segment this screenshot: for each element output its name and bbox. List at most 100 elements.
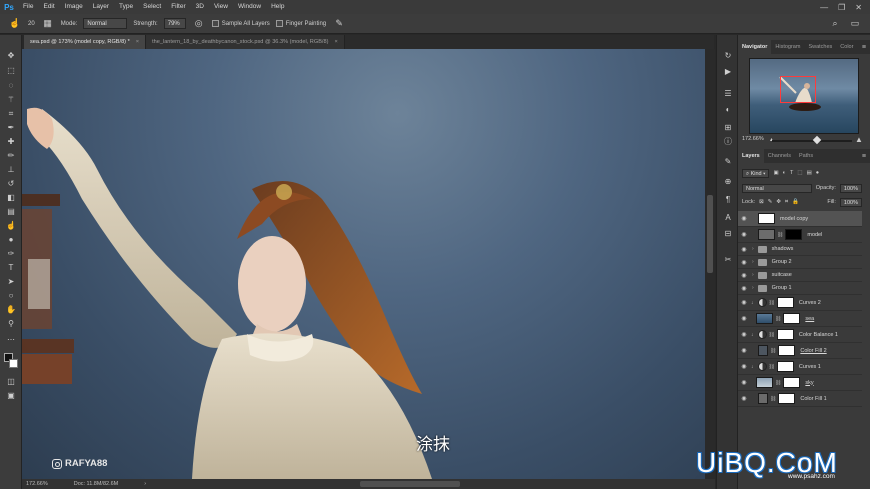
- visibility-eye-icon[interactable]: ◉: [738, 246, 750, 253]
- tab-lantern-psd[interactable]: the_lantern_18_by_deathbycanon_stock.psd…: [146, 35, 345, 49]
- history-brush-icon[interactable]: ↺: [3, 177, 19, 190]
- eraser-tool-icon[interactable]: ◧: [3, 191, 19, 204]
- layer-sea[interactable]: ◉ ⛓ sea: [738, 311, 862, 327]
- filter-smart-icon[interactable]: ▤: [807, 170, 812, 176]
- expand-arrow-icon[interactable]: ›: [752, 246, 754, 252]
- menu-layer[interactable]: Layer: [88, 0, 114, 14]
- marquee-tool-icon[interactable]: ⬚: [3, 64, 19, 77]
- curves-adjustment-icon[interactable]: [757, 362, 767, 371]
- expand-arrow-icon[interactable]: ›: [752, 259, 754, 265]
- navigator-zoom[interactable]: 172.66%: [742, 136, 764, 142]
- quick-mask-icon[interactable]: ◫: [3, 375, 19, 388]
- filter-shape-icon[interactable]: ⬚: [797, 170, 802, 176]
- menu-3d[interactable]: 3D: [191, 0, 209, 14]
- clone-stamp-icon[interactable]: ⊥: [3, 163, 19, 176]
- zoom-level[interactable]: 172.66%: [26, 481, 48, 487]
- group-1[interactable]: ◉ › Group 1: [738, 282, 862, 295]
- background-color-swatch[interactable]: [9, 359, 18, 368]
- visibility-eye-icon[interactable]: ◉: [738, 215, 750, 222]
- status-arrow-icon[interactable]: ›: [144, 481, 146, 487]
- menu-edit[interactable]: Edit: [38, 0, 59, 14]
- group-suitcase[interactable]: ◉ › suitcase: [738, 269, 862, 282]
- opacity-input[interactable]: 100%: [839, 183, 862, 193]
- layer-model[interactable]: ◉ ⛓ model: [738, 227, 862, 243]
- menu-filter[interactable]: Filter: [166, 0, 190, 14]
- fill-swatch[interactable]: [758, 345, 768, 356]
- close-tab-icon[interactable]: ×: [334, 39, 337, 45]
- curves-adjustment-icon[interactable]: [757, 298, 767, 307]
- paragraph-panel-icon[interactable]: ¶: [721, 193, 735, 205]
- gradient-tool-icon[interactable]: ▤: [3, 205, 19, 218]
- eyedropper-tool-icon[interactable]: ✒: [3, 121, 19, 134]
- visibility-eye-icon[interactable]: ◉: [738, 379, 750, 386]
- visibility-eye-icon[interactable]: ◉: [738, 285, 750, 292]
- pressure-icon[interactable]: ◎: [192, 17, 206, 31]
- layer-model-copy[interactable]: ◉ model copy: [738, 211, 862, 227]
- layer-kind-select[interactable]: ⌕ Kind ▾: [742, 168, 770, 178]
- pen-pressure-icon[interactable]: ✎: [332, 17, 346, 31]
- move-tool-icon[interactable]: ✥: [3, 49, 19, 62]
- clone-source-icon[interactable]: ⊕: [721, 175, 735, 187]
- expand-arrow-icon[interactable]: ›: [752, 272, 754, 278]
- close-button[interactable]: ✕: [855, 3, 862, 12]
- path-selection-icon[interactable]: ➤: [3, 275, 19, 288]
- visibility-eye-icon[interactable]: ◉: [738, 347, 750, 354]
- visibility-eye-icon[interactable]: ◉: [738, 272, 750, 279]
- tab-paths[interactable]: Paths: [795, 149, 817, 163]
- shape-tool-icon[interactable]: ○: [3, 289, 19, 302]
- layer-color-fill-2[interactable]: ◉ ⛓ Color Fill 2: [738, 343, 862, 359]
- group-shadows[interactable]: ◉ › shadows: [738, 243, 862, 256]
- lock-all-icon[interactable]: 🔒: [792, 199, 799, 205]
- visibility-eye-icon[interactable]: ◉: [738, 363, 750, 370]
- libraries-panel-icon[interactable]: ⊞: [721, 121, 735, 133]
- visibility-eye-icon[interactable]: ◉: [738, 259, 750, 266]
- lock-position-icon[interactable]: ✥: [776, 199, 781, 205]
- layer-curves-2[interactable]: ◉ ↓ ⛓ Curves 2: [738, 295, 862, 311]
- filter-toggle-icon[interactable]: ●: [816, 170, 819, 176]
- layer-mask-thumbnail[interactable]: [783, 313, 801, 324]
- character-panel-icon[interactable]: A: [721, 211, 735, 223]
- menu-select[interactable]: Select: [138, 0, 166, 14]
- tab-histogram[interactable]: Histogram: [771, 40, 804, 54]
- smudge-tool-icon[interactable]: ☝: [8, 17, 22, 31]
- hand-tool-icon[interactable]: ✋: [3, 303, 19, 316]
- layer-mask-thumbnail[interactable]: [778, 345, 796, 356]
- lasso-tool-icon[interactable]: ◌: [3, 79, 19, 92]
- maximize-button[interactable]: ❐: [838, 3, 845, 12]
- document-canvas[interactable]: 涂抹 RAFYA88: [22, 49, 705, 479]
- actions-panel-icon[interactable]: ▶: [721, 65, 735, 77]
- tab-sea-psd[interactable]: sea.psd @ 173% (model copy, RGB/8) * ×: [24, 35, 147, 49]
- color-balance-icon[interactable]: [757, 330, 767, 339]
- zoom-in-icon[interactable]: ▲: [855, 135, 863, 144]
- more-tools-icon[interactable]: ⋯: [3, 333, 19, 346]
- visibility-eye-icon[interactable]: ◉: [738, 315, 750, 322]
- visibility-eye-icon[interactable]: ◉: [738, 395, 750, 402]
- search-icon[interactable]: ⌕: [828, 17, 842, 31]
- visibility-eye-icon[interactable]: ◉: [738, 231, 750, 238]
- tab-swatches[interactable]: Swatches: [804, 40, 836, 54]
- fill-input[interactable]: 100%: [839, 197, 862, 207]
- link-icon[interactable]: ⛓: [775, 380, 781, 386]
- glyphs-panel-icon[interactable]: ⊟: [721, 227, 735, 239]
- layer-mask-thumbnail[interactable]: [776, 329, 794, 340]
- type-tool-icon[interactable]: T: [3, 261, 19, 274]
- link-icon[interactable]: ⛓: [769, 332, 775, 338]
- healing-brush-icon[interactable]: ✚: [3, 135, 19, 148]
- layer-color-balance-1[interactable]: ◉ ↓ ⛓ Color Balance 1: [738, 327, 862, 343]
- sample-all-layers-checkbox[interactable]: Sample All Layers: [211, 19, 270, 27]
- adjustments-panel-icon[interactable]: ◐: [721, 103, 735, 115]
- properties-panel-icon[interactable]: ☰: [721, 87, 735, 99]
- menu-image[interactable]: Image: [60, 0, 88, 14]
- screen-mode-icon[interactable]: ▣: [3, 389, 19, 402]
- link-icon[interactable]: ⛓: [769, 300, 775, 306]
- tab-channels[interactable]: Channels: [764, 149, 795, 163]
- minimize-button[interactable]: —: [820, 3, 828, 12]
- vertical-scroll-thumb[interactable]: [707, 195, 713, 273]
- lock-artboard-icon[interactable]: ⌗: [785, 199, 788, 206]
- menu-type[interactable]: Type: [114, 0, 138, 14]
- tools-preset-icon[interactable]: ✂: [721, 253, 735, 265]
- tab-color[interactable]: Color: [836, 40, 857, 54]
- history-panel-icon[interactable]: ↻: [721, 49, 735, 61]
- menu-file[interactable]: File: [18, 0, 38, 14]
- brush-panel-icon[interactable]: ✎: [721, 155, 735, 167]
